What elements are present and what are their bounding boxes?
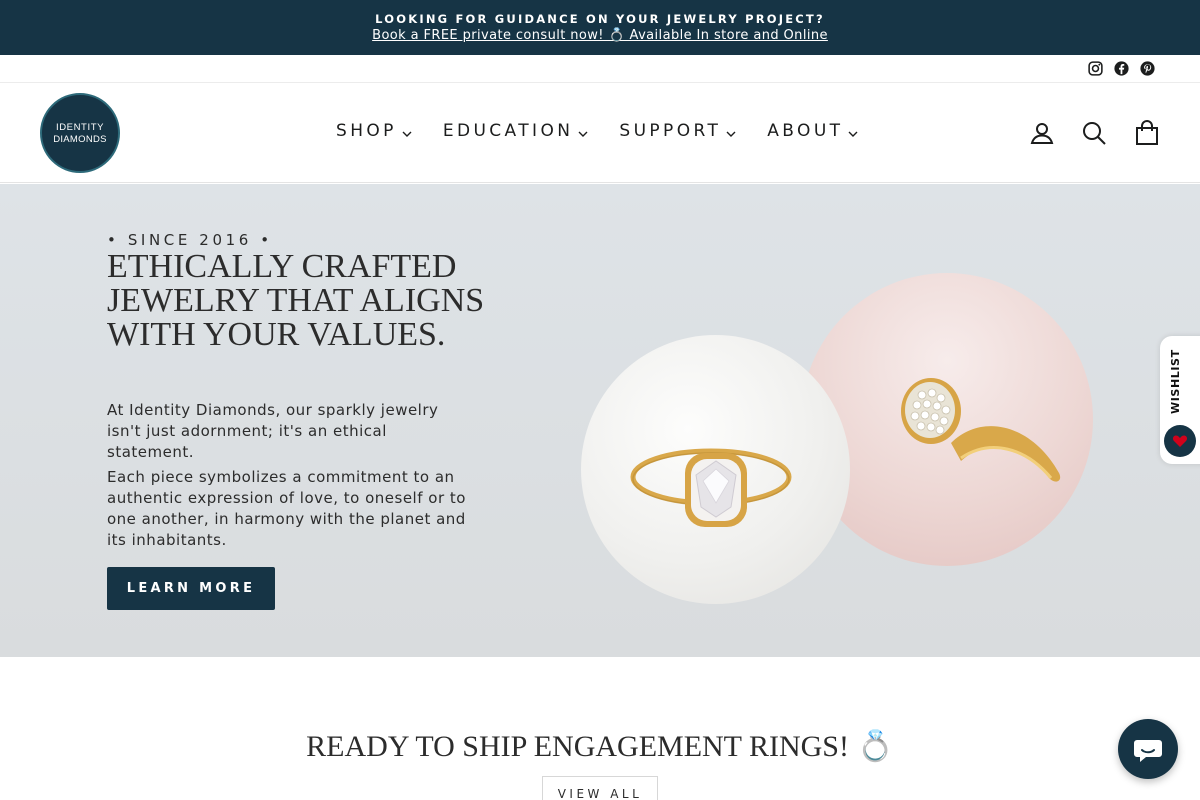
announcement-consult-link[interactable]: Book a FREE private consult now! 💍 Avail… <box>0 28 1200 43</box>
nav-label: SUPPORT <box>619 121 722 141</box>
learn-more-button[interactable]: LEARN MORE <box>107 567 275 610</box>
nav-label: ABOUT <box>767 121 844 141</box>
wishlist-label: WISHLIST <box>1169 349 1182 414</box>
heart-icon <box>1164 425 1196 457</box>
chevron-down-icon <box>577 125 589 137</box>
logo-line-1: IDENTITY <box>55 122 105 133</box>
nav-item-education[interactable]: EDUCATION <box>443 121 590 141</box>
account-icon[interactable] <box>1029 120 1055 146</box>
search-icon[interactable] <box>1081 120 1107 146</box>
logo-line-2: DIAMONDS <box>53 134 107 145</box>
chevron-down-icon <box>401 125 413 137</box>
view-all-button[interactable]: VIEW ALL <box>542 776 658 800</box>
nav-item-about[interactable]: ABOUT <box>767 121 859 141</box>
chevron-down-icon <box>847 125 859 137</box>
cart-icon[interactable] <box>1134 120 1160 146</box>
pinterest-icon[interactable] <box>1139 60 1156 77</box>
chevron-down-icon <box>725 125 737 137</box>
social-links <box>1087 60 1156 77</box>
identity-diamonds-logo[interactable]: IDENTITY DIAMONDS <box>40 93 120 173</box>
hero-paragraph-1: At Identity Diamonds, our sparkly jewelr… <box>107 401 439 461</box>
instagram-icon[interactable] <box>1087 60 1104 77</box>
bezel-engagement-ring-image <box>581 335 850 604</box>
main-nav: SHOP EDUCATION SUPPORT ABOUT <box>336 121 889 141</box>
facebook-icon[interactable] <box>1113 60 1130 77</box>
nav-item-shop[interactable]: SHOP <box>336 121 413 141</box>
wishlist-tab[interactable]: WISHLIST <box>1160 336 1200 464</box>
chat-icon <box>1134 740 1162 762</box>
announcement-title: LOOKING FOR GUIDANCE ON YOUR JEWELRY PRO… <box>375 12 825 26</box>
ready-to-ship-heading: READY TO SHIP ENGAGEMENT RINGS! 💍 <box>306 730 894 763</box>
announcement-bar: LOOKING FOR GUIDANCE ON YOUR JEWELRY PRO… <box>0 0 1200 55</box>
nav-label: SHOP <box>336 121 397 141</box>
utility-bar <box>0 55 1200 83</box>
site-header: IDENTITY DIAMONDS SHOP EDUCATION SUPPORT… <box>0 83 1200 183</box>
hero-title: ETHICALLY CRAFTED JEWELRY THAT ALIGNS WI… <box>107 248 485 353</box>
hero-paragraph-2: Each piece symbolizes a commitment to an… <box>107 468 466 549</box>
nav-label: EDUCATION <box>442 121 574 141</box>
hero-eyebrow: • SINCE 2016 • <box>107 231 273 249</box>
hero-section: • SINCE 2016 • ETHICALLY CRAFTED JEWELRY… <box>0 184 1200 657</box>
nav-item-support[interactable]: SUPPORT <box>619 121 737 141</box>
chat-button[interactable] <box>1118 719 1178 779</box>
